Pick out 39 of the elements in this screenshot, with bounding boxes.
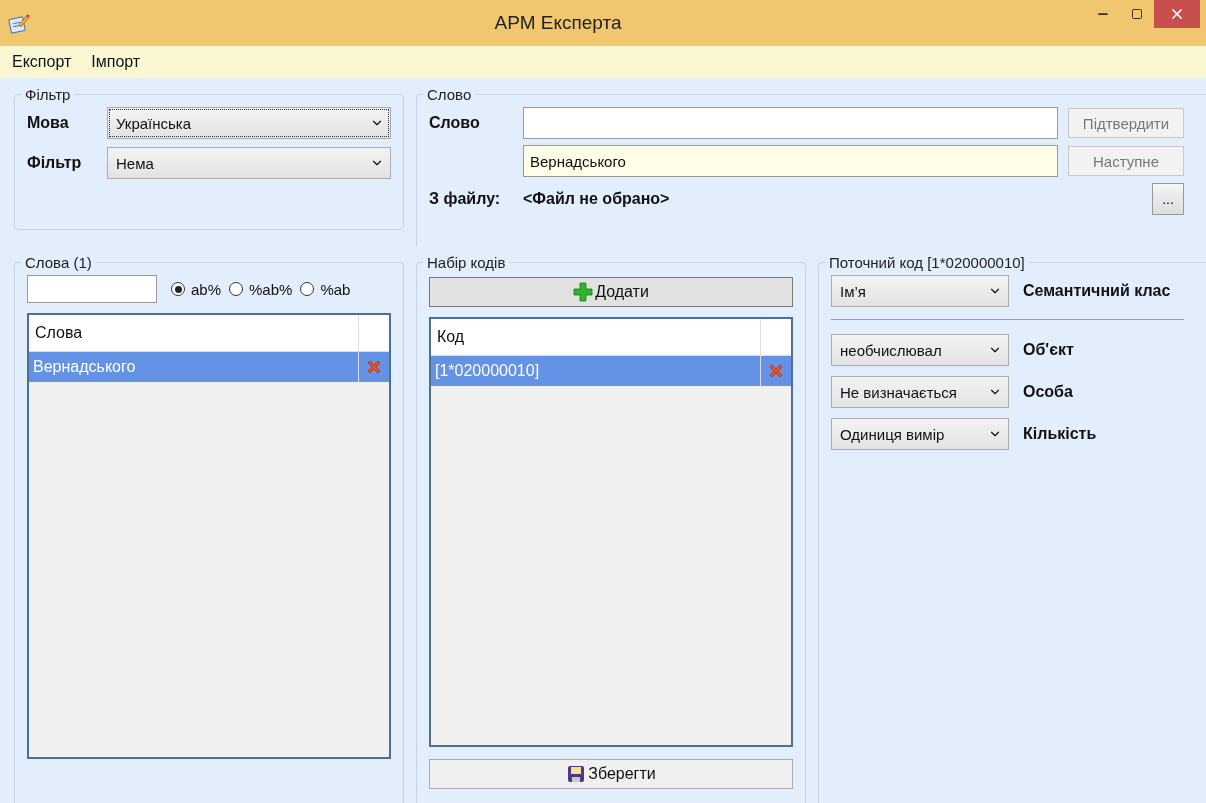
dropdown[interactable]: Не визначається (831, 376, 1009, 408)
menu-item[interactable]: Експорт (12, 53, 72, 71)
plus-icon (573, 282, 594, 302)
group-title: Набір кодів (426, 254, 507, 271)
browse-button[interactable]: ... (1152, 183, 1184, 215)
field-label: З файлу: (429, 190, 502, 208)
dropdown[interactable]: Ім’я (831, 275, 1009, 307)
floppy-icon (566, 764, 587, 784)
field-label: Слово (429, 114, 481, 132)
delete-icon[interactable] (365, 358, 383, 376)
group-title: Слово (426, 86, 473, 103)
search-field[interactable] (27, 275, 157, 303)
dropdown[interactable]: Нема (107, 147, 391, 179)
save-button[interactable]: Зберегти (429, 759, 793, 789)
dropdown[interactable]: необчислювал (831, 334, 1009, 366)
close-icon (1169, 6, 1185, 22)
field-label: Об'єкт (1023, 341, 1074, 359)
group-title: Поточний код [1*020000010] (828, 254, 1026, 271)
dropdown[interactable]: Одиниця вимір (831, 418, 1009, 450)
window-title: АРМ Експерта (493, 12, 623, 34)
group-title: Слова (1) (24, 254, 93, 271)
field-label: Кількість (1023, 425, 1097, 443)
radio-option[interactable]: %ab (300, 280, 351, 298)
add-button[interactable]: Додати (429, 277, 793, 307)
radio-option[interactable]: %ab% (229, 280, 293, 298)
field-label: Мова (27, 114, 70, 132)
file-name: <Файл не обрано> (523, 190, 670, 208)
suggestion-field[interactable]: Вернадського (523, 145, 1058, 177)
delete-icon[interactable] (767, 362, 785, 380)
menu-item[interactable]: Імпорт (91, 53, 141, 71)
radio-option[interactable]: ab% (171, 280, 222, 298)
field-label: Семантичний клас (1023, 282, 1171, 300)
field-label: Фільтр (27, 154, 83, 172)
maximize-icon (1131, 8, 1143, 20)
notepad-icon (8, 12, 30, 34)
group-title: Фільтр (24, 86, 72, 103)
word-field[interactable] (523, 107, 1058, 139)
field-label: Особа (1023, 383, 1073, 401)
dropdown[interactable]: Українська (107, 107, 391, 139)
